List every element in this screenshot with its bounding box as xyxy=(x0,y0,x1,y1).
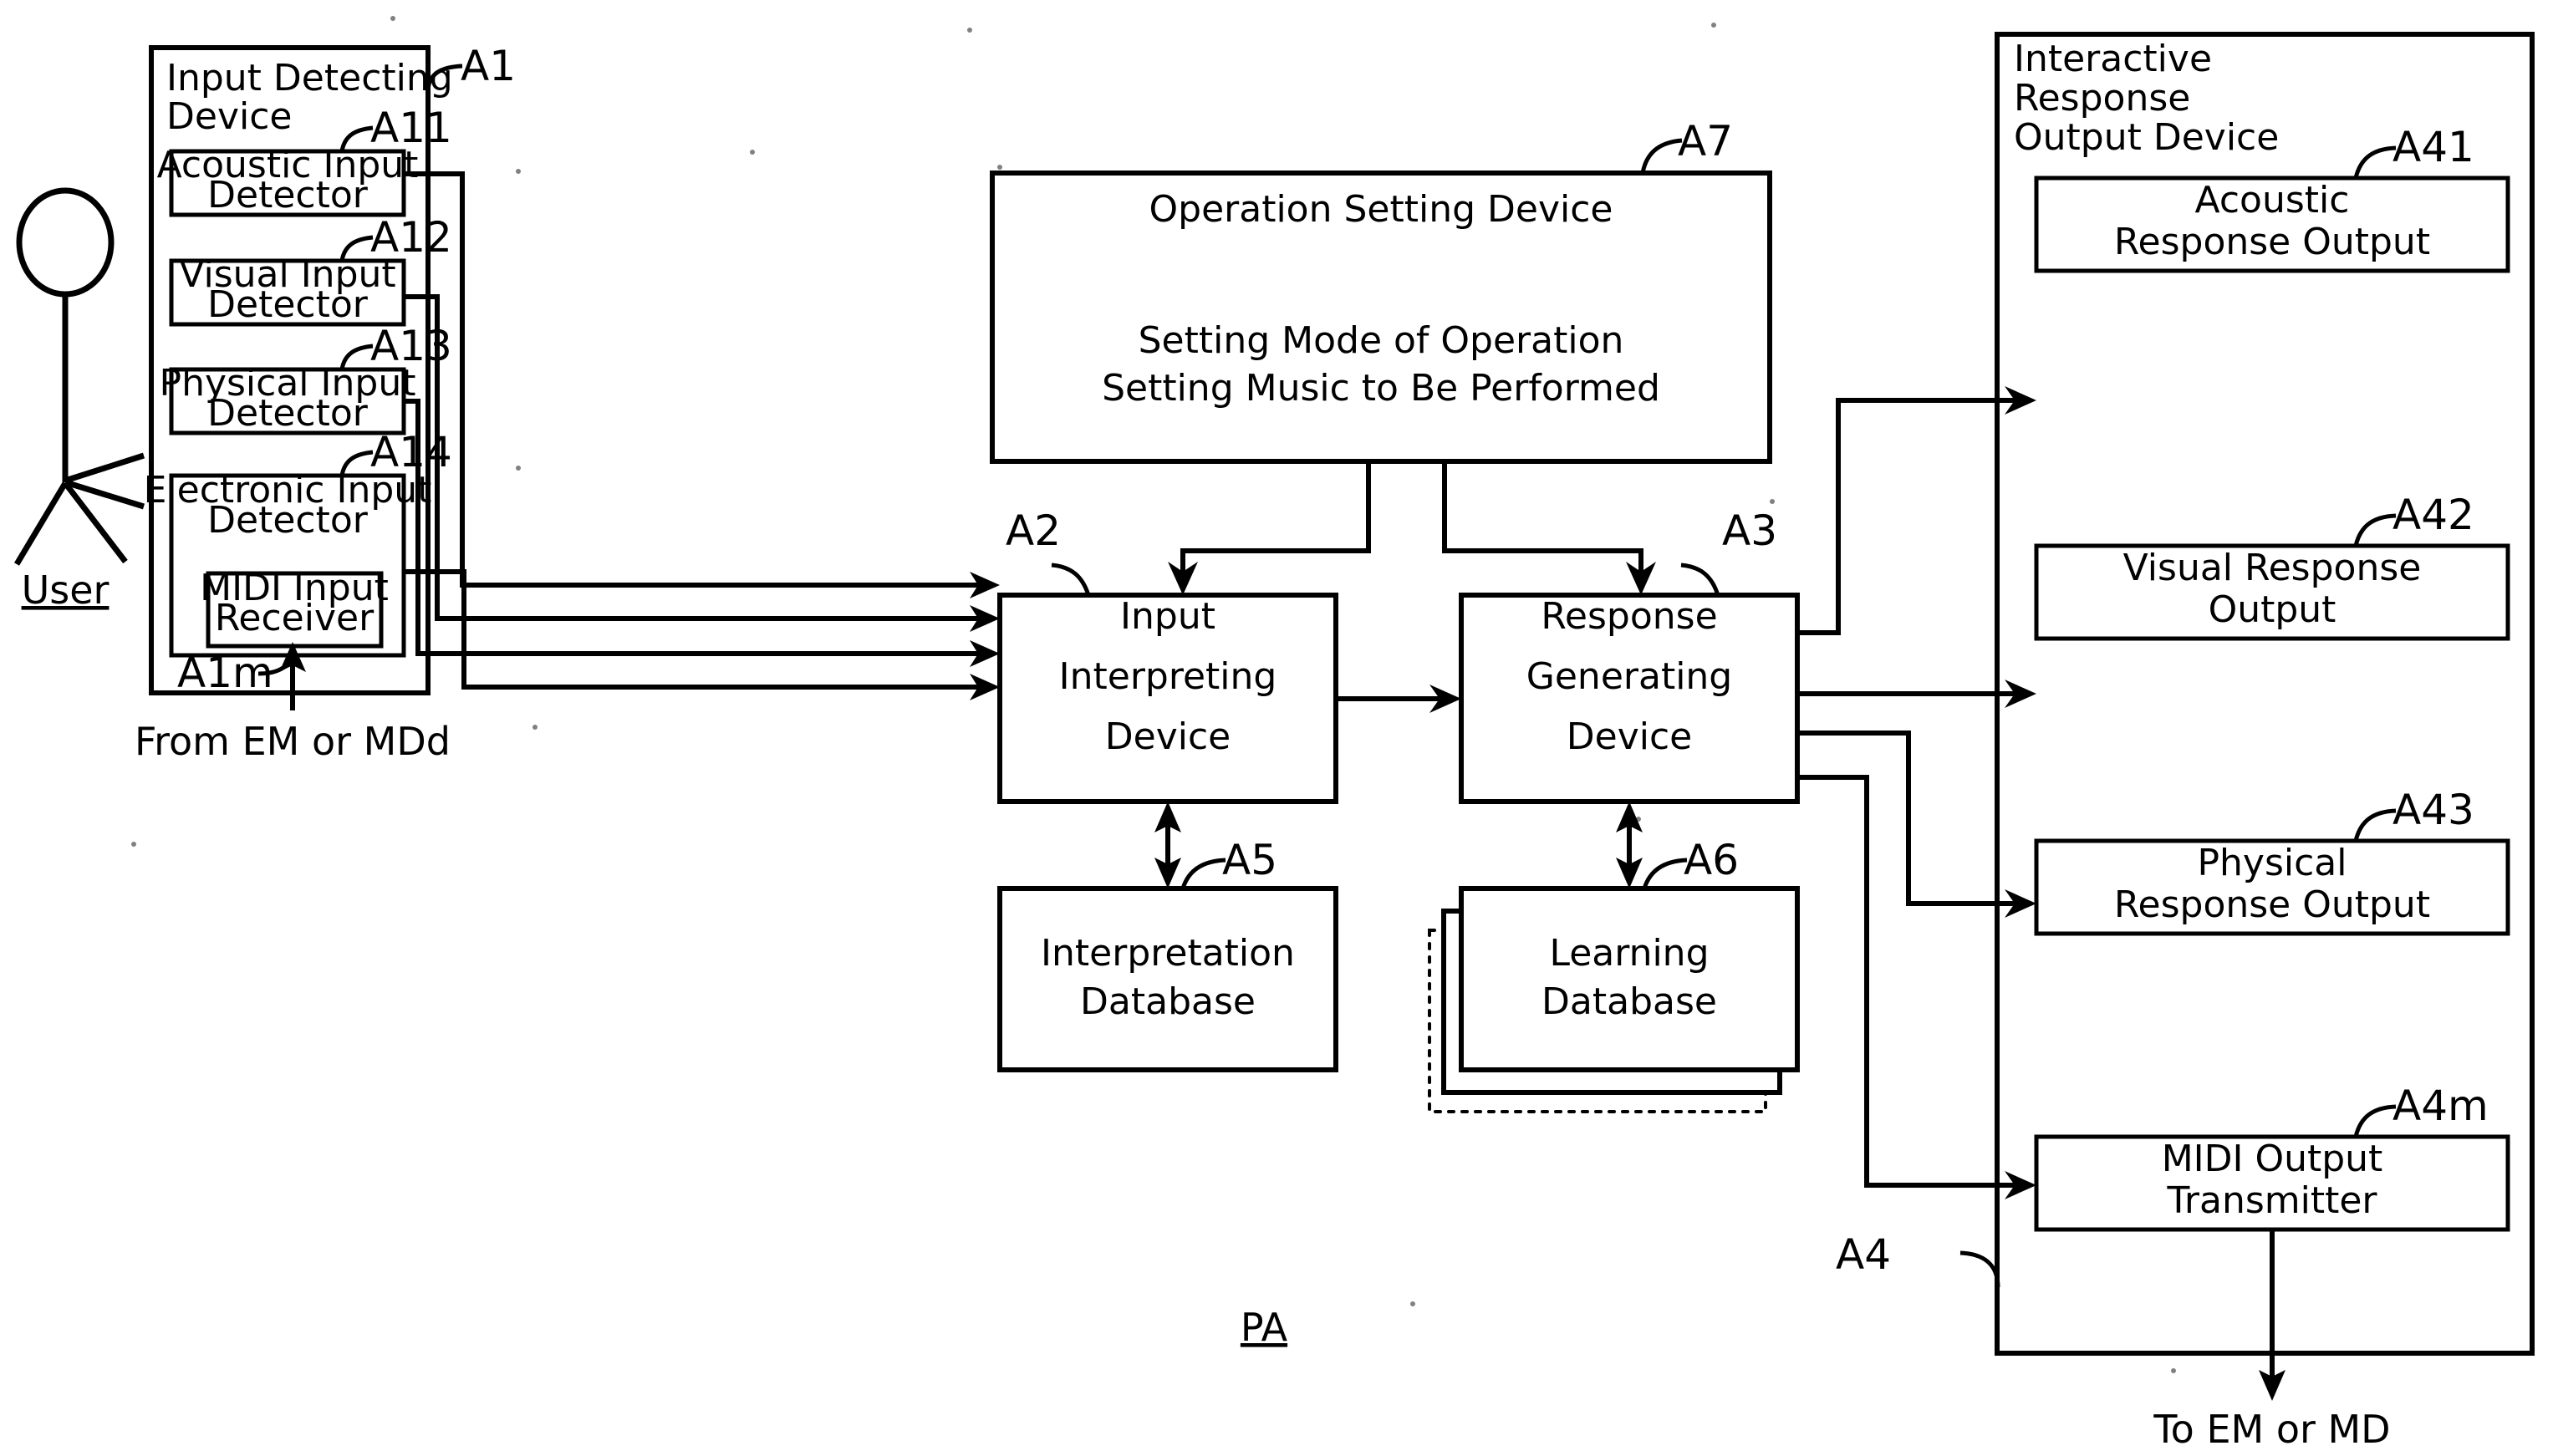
user-label-text: User xyxy=(22,568,110,613)
block-a13-line-2: Detector xyxy=(207,392,369,435)
ref-leader-a4: A4 xyxy=(1836,1230,2000,1288)
panel-a1-title-line-1: Input Detecting xyxy=(166,57,453,99)
ref-leader-a3: A3 xyxy=(1680,507,1777,596)
wires-detectors-to-interpreter xyxy=(404,171,1000,700)
block-a41-line-2: Response Output xyxy=(2114,221,2430,263)
ref-label-a1: A1 xyxy=(461,42,516,90)
ref-leader-a2: A2 xyxy=(1006,507,1091,596)
learning-db-layer-front xyxy=(1459,886,1800,1072)
ref-leader-a7: A7 xyxy=(1640,117,1733,174)
block-a42-line-1: Visual Response xyxy=(2123,547,2422,589)
user-label: User xyxy=(22,568,110,613)
block-a7-line-4: Setting Music to Be Performed xyxy=(1102,367,1660,410)
block-acoustic-response-output: Acoustic Response Output xyxy=(2034,176,2510,273)
block-a2-line-3: Device xyxy=(1105,715,1231,758)
block-physical-input-detector: Physical Input Detector xyxy=(160,362,415,435)
ref-label-a1m: A1m xyxy=(177,649,273,697)
ref-label-a6: A6 xyxy=(1684,836,1739,884)
figure-label-text: PA xyxy=(1241,1305,1288,1350)
block-response-generating-device: Response Generating Device xyxy=(1459,593,1800,804)
wire-interpreter-to-interpretation-db xyxy=(1154,802,1181,888)
user-figure-icon xyxy=(13,187,145,566)
block-operation-setting-device: Operation Setting Device Setting Mode of… xyxy=(990,171,1772,464)
block-a6-line-2: Database xyxy=(1541,980,1717,1023)
patent-block-diagram: User Input Detecting Device A1 Acoustic … xyxy=(0,0,2553,1456)
ref-leader-a6: A6 xyxy=(1642,836,1739,889)
block-a5-line-2: Database xyxy=(1080,980,1256,1023)
block-a2-line-1: Input xyxy=(1120,595,1215,638)
ref-label-a2: A2 xyxy=(1006,507,1061,555)
block-a7-line-1: Operation Setting Device xyxy=(1149,188,1613,231)
block-input-interpreting-device: Input Interpreting Device xyxy=(997,593,1338,804)
block-a43-line-1: Physical xyxy=(2198,842,2347,884)
ref-leader-a5: A5 xyxy=(1180,836,1277,889)
block-a2-line-2: Interpreting xyxy=(1059,655,1277,698)
block-physical-response-output: Physical Response Output xyxy=(2034,838,2510,936)
block-a41-line-1: Acoustic xyxy=(2195,179,2350,221)
ref-label-a7: A7 xyxy=(1678,117,1733,165)
ref-label-a43: A43 xyxy=(2392,786,2474,834)
ref-label-a42: A42 xyxy=(2392,491,2474,539)
block-a14-line-2: Detector xyxy=(207,499,369,542)
block-a3-line-1: Response xyxy=(1541,595,1717,638)
block-a43-line-2: Response Output xyxy=(2114,883,2430,926)
block-a42-line-2: Output xyxy=(2209,588,2336,631)
wire-generator-to-learning-db xyxy=(1616,802,1643,888)
block-a4m-line-1: MIDI Output xyxy=(2162,1138,2383,1180)
block-interpretation-database: Interpretation Database xyxy=(997,886,1338,1072)
block-a11-line-2: Detector xyxy=(207,174,369,216)
figure-label: PA xyxy=(1241,1305,1288,1350)
block-a12-line-2: Detector xyxy=(207,283,369,326)
diagram-canvas: User Input Detecting Device A1 Acoustic … xyxy=(13,16,2535,1452)
block-a5-line-1: Interpretation xyxy=(1041,932,1295,975)
label-from-em-or-mdd: From EM or MDd xyxy=(135,719,451,764)
ref-label-a41: A41 xyxy=(2392,123,2474,171)
panel-a4-title-line-2: Response xyxy=(2014,77,2190,120)
ref-label-a14: A14 xyxy=(370,428,452,476)
ref-label-a4m: A4m xyxy=(2392,1082,2489,1130)
block-visual-input-detector: Visual Input Detector xyxy=(169,253,406,327)
ref-label-a13: A13 xyxy=(370,322,452,370)
wire-interpreter-to-generator xyxy=(1336,685,1461,713)
block-learning-database: Learning Database xyxy=(1428,886,1800,1113)
block-a6-line-1: Learning xyxy=(1549,932,1709,975)
panel-a4-title-line-3: Output Device xyxy=(2014,116,2279,159)
block-midi-output-transmitter: MIDI Output Transmitter xyxy=(2034,1134,2510,1232)
panel-a4-title-line-1: Interactive xyxy=(2014,38,2212,80)
ref-label-a11: A11 xyxy=(370,104,452,152)
block-midi-input-receiver: MIDI Input Receiver xyxy=(200,567,389,649)
block-a7-line-3: Setting Mode of Operation xyxy=(1139,319,1624,362)
ref-label-a3: A3 xyxy=(1722,507,1777,555)
ref-label-a4: A4 xyxy=(1836,1230,1891,1279)
block-visual-response-output: Visual Response Output xyxy=(2034,543,2510,641)
ref-label-a12: A12 xyxy=(370,213,452,262)
wires-setting-device-to-processors xyxy=(1168,461,1656,595)
block-a3-line-2: Generating xyxy=(1526,655,1732,698)
ref-label-a5: A5 xyxy=(1222,836,1277,884)
block-a4m-line-2: Transmitter xyxy=(2166,1179,2377,1222)
block-a3-line-3: Device xyxy=(1567,715,1692,758)
block-a1m-line-2: Receiver xyxy=(215,597,375,639)
panel-a1-title-line-2: Device xyxy=(166,95,292,138)
block-acoustic-input-detector: Acoustic Input Detector xyxy=(157,144,418,217)
label-to-em-or-md: To EM or MD xyxy=(2153,1407,2390,1452)
